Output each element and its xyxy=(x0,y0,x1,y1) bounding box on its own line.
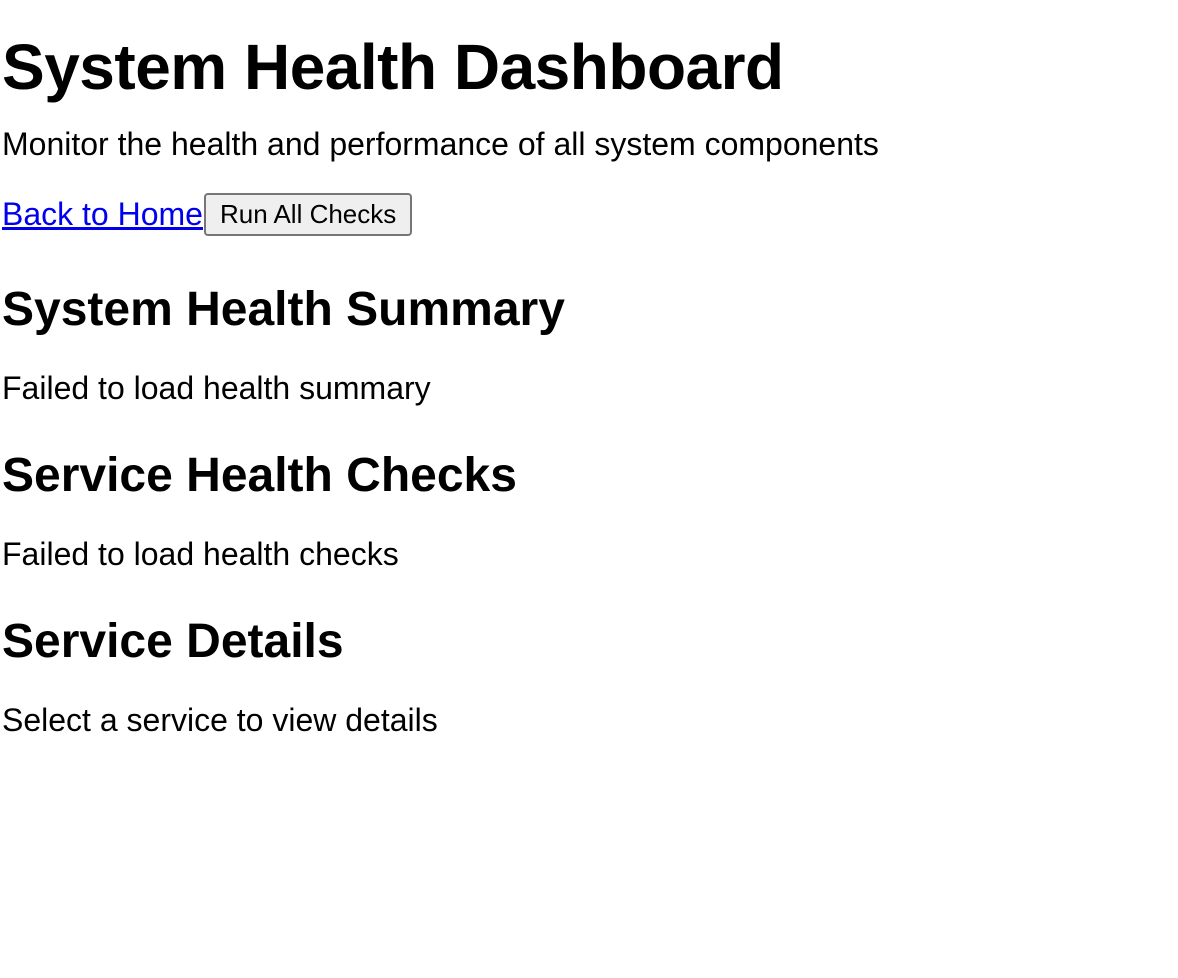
page-subtitle: Monitor the health and performance of al… xyxy=(2,126,879,162)
health-checks-heading: Service Health Checks xyxy=(2,449,517,502)
run-all-checks-button[interactable]: Run All Checks xyxy=(203,192,413,236)
service-details-section: Service Details Select a service to view… xyxy=(2,574,1176,740)
health-summary-section: System Health Summary Failed to load hea… xyxy=(2,236,1176,408)
dashboard-page: System Health Dashboard Monitor the heal… xyxy=(0,0,1178,978)
health-checks-error: Failed to load health checks xyxy=(2,536,399,572)
action-bar: Back to Home Run All Checks xyxy=(2,192,1176,236)
health-checks-section: Service Health Checks Failed to load hea… xyxy=(2,408,1176,574)
back-to-home-link[interactable]: Back to Home xyxy=(2,194,203,234)
service-details-heading: Service Details xyxy=(2,615,344,668)
page-title: System Health Dashboard xyxy=(2,31,784,103)
health-summary-error: Failed to load health summary xyxy=(2,370,431,406)
service-details-placeholder: Select a service to view details xyxy=(2,702,438,738)
health-summary-heading: System Health Summary xyxy=(2,283,565,336)
